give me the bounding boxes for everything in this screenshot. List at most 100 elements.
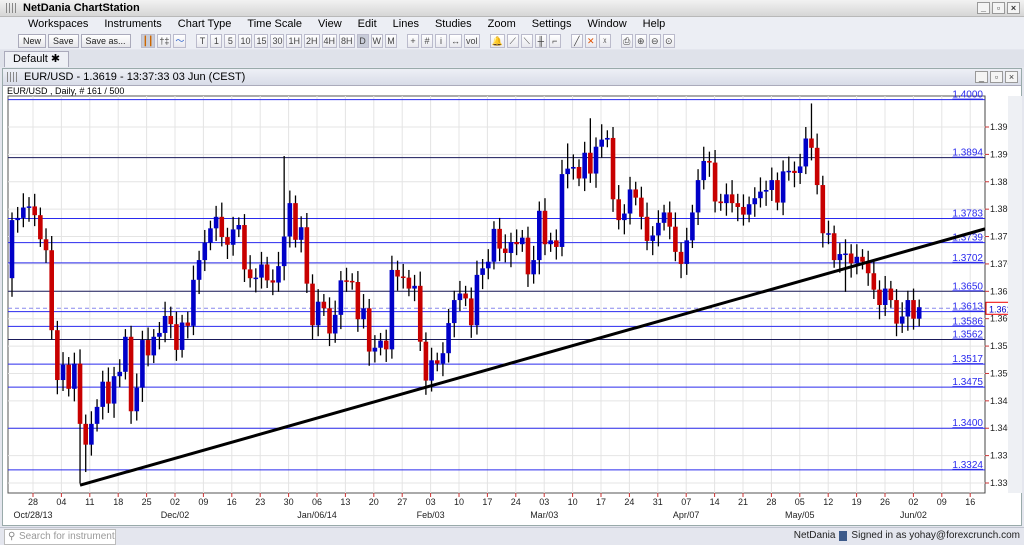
candle-body: [270, 280, 276, 283]
candle-body: [310, 283, 315, 326]
search-input[interactable]: ⚲ Search for instrument: [4, 529, 116, 545]
candle-body: [179, 322, 185, 350]
level-label: 1.3586: [952, 316, 983, 327]
candle-body: [145, 340, 151, 356]
candle: [128, 325, 134, 424]
x-tick-label: 27: [397, 497, 407, 507]
candle-body: [259, 264, 264, 278]
x-month-label: Jan/06/14: [297, 510, 337, 520]
level-label: 1.3562: [952, 330, 983, 341]
price-chart[interactable]: 28 04 11 18 25 02 09 16 23 30 06 13 20 27 03 10 17 24 03 10…: [0, 0, 1024, 527]
candle-body: [372, 347, 378, 352]
candle-body: [412, 285, 417, 289]
candle-body: [678, 251, 684, 264]
candle-body: [684, 240, 690, 264]
x-tick-label: 20: [369, 497, 379, 507]
candle: [610, 127, 616, 212]
candle-body: [752, 198, 758, 205]
candle-body: [514, 242, 519, 245]
x-tick-label: 09: [198, 497, 208, 507]
candle-body: [729, 194, 735, 204]
candle-body: [417, 285, 423, 342]
candle-body: [168, 315, 174, 325]
candle-body: [809, 138, 814, 148]
candle-body: [49, 250, 54, 331]
candle-body: [151, 336, 157, 356]
candle-body: [406, 277, 412, 289]
candle-body: [21, 207, 26, 218]
candle-body: [123, 336, 128, 372]
x-tick-label: 10: [454, 497, 464, 507]
candle-body: [298, 227, 304, 240]
candle-body: [627, 189, 633, 214]
x-tick-label: 10: [568, 497, 578, 507]
candle: [559, 159, 565, 257]
candle-body: [758, 191, 763, 199]
candle-body: [554, 240, 559, 247]
candle-body: [174, 324, 179, 350]
x-tick-label: 06: [312, 497, 322, 507]
x-tick-label: 17: [482, 497, 492, 507]
candle-body: [395, 269, 400, 277]
x-tick-label: 17: [596, 497, 606, 507]
x-tick-label: 21: [738, 497, 748, 507]
candle-body: [191, 279, 196, 326]
candle-body: [775, 180, 780, 203]
candle-body: [792, 170, 797, 174]
candle-body: [94, 406, 100, 424]
x-tick-label: 04: [56, 497, 66, 507]
candle-body: [276, 266, 281, 283]
candle-body: [281, 236, 287, 267]
candle-body: [899, 316, 905, 324]
level-label: 1.3517: [952, 354, 983, 365]
candle-body: [644, 216, 650, 241]
candle-body: [485, 261, 491, 269]
x-tick-label: 12: [823, 497, 833, 507]
candle-body: [639, 197, 644, 217]
search-placeholder: Search for instrument: [19, 531, 115, 542]
x-month-label: Dec/02: [161, 510, 190, 520]
candle-body: [344, 280, 349, 282]
candle-body: [797, 166, 803, 174]
brand-label: NetDania: [793, 530, 836, 541]
candle: [293, 195, 298, 248]
x-tick-label: 02: [170, 497, 180, 507]
candle-body: [502, 248, 508, 253]
candle-body: [854, 256, 860, 264]
x-tick-label: 03: [539, 497, 549, 507]
candle-body: [332, 314, 338, 334]
candle-body: [588, 152, 593, 174]
candle-body: [707, 160, 712, 163]
candle-body: [400, 276, 406, 279]
candle-body: [287, 203, 293, 237]
candle-body: [100, 381, 106, 407]
candle-body: [106, 381, 111, 404]
candle-body: [826, 233, 831, 235]
candle-body: [843, 253, 848, 256]
candle-body: [264, 264, 270, 281]
candle-body: [355, 281, 361, 320]
candle-body: [622, 213, 627, 221]
candle-body: [66, 364, 71, 389]
x-tick-label: 24: [624, 497, 634, 507]
candle-body: [724, 194, 729, 204]
x-tick-label: 02: [908, 497, 918, 507]
candle-body: [202, 242, 208, 261]
x-tick-label: 05: [795, 497, 805, 507]
x-tick-label: 03: [426, 497, 436, 507]
candle-body: [525, 237, 531, 275]
candle-body: [786, 170, 792, 173]
candle-body: [225, 237, 230, 245]
x-tick-label: 11: [85, 497, 94, 507]
candle-body: [55, 330, 60, 381]
candle-body: [593, 146, 599, 174]
x-month-label: Mar/03: [530, 510, 558, 520]
candle-body: [894, 300, 899, 324]
candle-body: [208, 228, 213, 243]
plot-area: [7, 95, 986, 494]
connection-icon: [839, 530, 848, 541]
level-label: 1.3400: [952, 418, 983, 429]
candle-body: [520, 237, 525, 245]
candle-body: [463, 293, 468, 299]
candle-body: [497, 228, 502, 249]
